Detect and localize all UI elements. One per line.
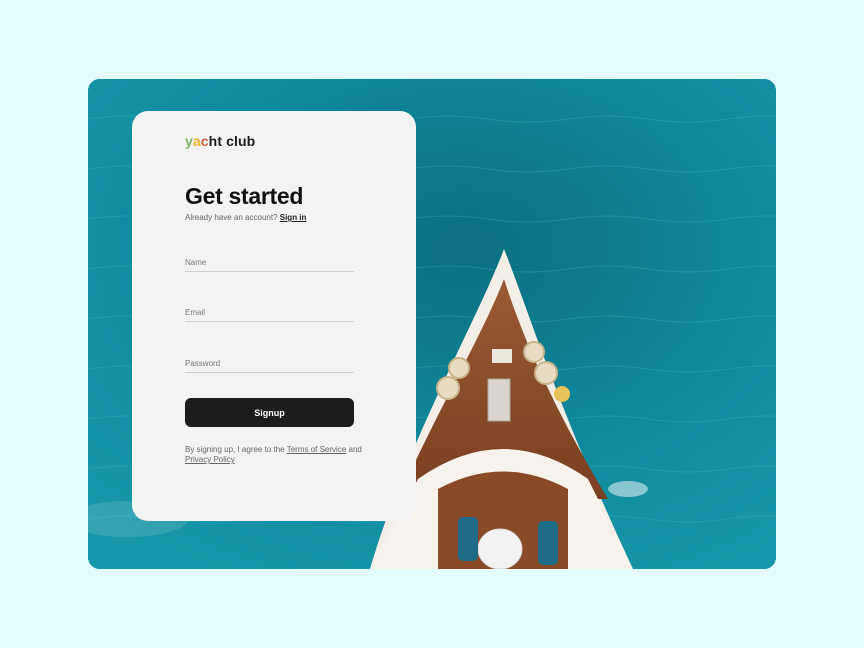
privacy-policy-link[interactable]: Privacy Policy — [185, 455, 235, 464]
page-title: Get started — [185, 183, 304, 209]
signup-card: yacht club Get started Already have an a… — [132, 111, 416, 521]
signin-link[interactable]: Sign in — [280, 213, 307, 222]
password-input[interactable] — [185, 354, 354, 373]
terms-prefix: By signing up, I agree to the — [185, 445, 285, 454]
name-input[interactable] — [185, 253, 354, 272]
email-input[interactable] — [185, 303, 354, 322]
logo-letter-1: y — [185, 133, 193, 149]
brand-logo[interactable]: yacht club — [185, 133, 255, 149]
signup-button[interactable]: Signup — [185, 398, 354, 427]
terms-of-service-link[interactable]: Terms of Service — [287, 445, 347, 454]
signin-prompt: Already have an account? Sign in — [185, 213, 306, 222]
logo-letter-2: a — [192, 133, 201, 149]
terms-notice: By signing up, I agree to the Terms of S… — [185, 445, 375, 465]
terms-and: and — [348, 445, 362, 454]
logo-text: ht club — [208, 133, 256, 149]
signin-prompt-text: Already have an account? — [185, 213, 278, 222]
logo-letter-3: c — [200, 133, 209, 149]
